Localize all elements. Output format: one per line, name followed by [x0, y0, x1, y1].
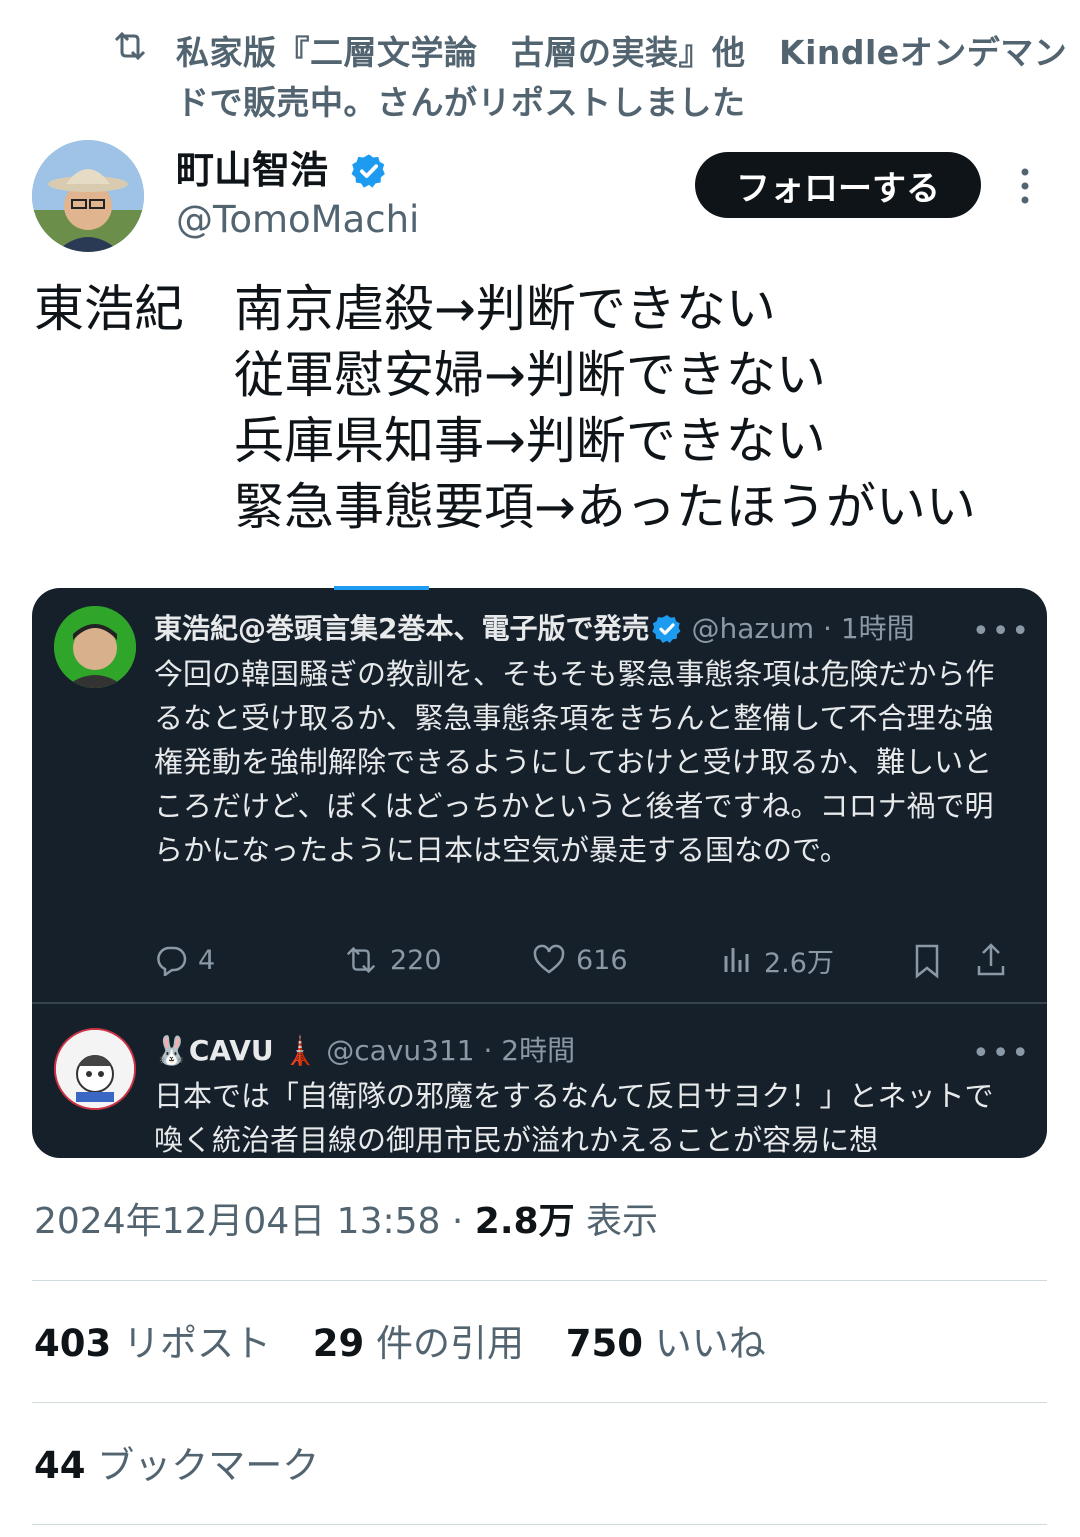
divider [32, 1402, 1047, 1403]
divider [32, 1524, 1047, 1525]
follow-button[interactable]: フォローする [695, 152, 981, 218]
quoted-action-bar: 4 220 616 2.6万 [154, 938, 1034, 982]
reply-author-name[interactable]: CAVU [189, 1034, 274, 1067]
verified-badge-icon [351, 154, 385, 188]
post-text-lines: 南京虐殺→判断できない 従軍慰安婦→判断できない 兵庫県知事→判断できない 緊急… [234, 276, 976, 540]
more-options-icon[interactable] [1010, 166, 1040, 206]
reply-divider [32, 1002, 1047, 1004]
repost-action[interactable]: 220 [342, 938, 442, 982]
reply-icon [157, 946, 187, 976]
repost-icon [346, 946, 376, 974]
reply-text: 日本では「自衛隊の邪魔をするなんて反日サヨク！」とネットで喚く統治者目線の御用市… [154, 1079, 994, 1157]
quoted-time[interactable]: 1時間 [841, 612, 915, 645]
reposts-stat-label: リポスト [123, 1322, 271, 1365]
quoted-avatar [54, 606, 136, 688]
embed-scroll-indicator [334, 586, 429, 590]
post-line: 南京虐殺→判断できない [234, 280, 776, 338]
like-action[interactable]: 616 [532, 938, 628, 982]
views-count: 2.6万 [764, 947, 834, 979]
quoted-more-icon[interactable]: ••• [972, 614, 1031, 649]
verified-badge-icon [652, 615, 681, 643]
post-text-label: 東浩紀 [34, 280, 184, 338]
reply-header: 🐰CAVU 🗼 @cavu311 · 2時間 [154, 1030, 575, 1072]
quoted-handle[interactable]: @hazum [691, 612, 814, 645]
views-label: 表示 [586, 1201, 659, 1242]
author-avatar[interactable] [32, 140, 144, 252]
repost-count: 220 [390, 944, 442, 976]
quotes-stat-count: 29 [312, 1322, 365, 1365]
reposts-stat[interactable]: 403 リポスト [34, 1322, 271, 1365]
post-line: 緊急事態要項→あったほうがいい [234, 478, 976, 536]
engagement-stats: 403 リポスト 29 件の引用 750 いいね [34, 1318, 766, 1370]
reply-dot: · [474, 1034, 502, 1067]
meta-separator: · [451, 1201, 464, 1242]
reply-action[interactable]: 4 [154, 938, 215, 982]
likes-stat-label: いいね [654, 1322, 766, 1365]
quoted-text: 今回の韓国騒ぎの教訓を、そもそも緊急事態条項は危険だから作るなと受け取るか、緊急… [154, 657, 995, 867]
reply-time[interactable]: 2時間 [501, 1034, 575, 1067]
reply-handle[interactable]: @cavu311 [326, 1034, 474, 1067]
author-handle[interactable]: @TomoMachi [176, 196, 419, 244]
views-icon [724, 948, 749, 972]
views-action[interactable]: 2.6万 [722, 938, 834, 982]
divider [32, 1280, 1047, 1281]
bookmark-icon[interactable] [912, 938, 942, 982]
tower-icon: 🗼 [273, 1034, 327, 1067]
quoted-author-name[interactable]: 東浩紀@巻頭言集2巻本、電子版で発売 [154, 608, 649, 650]
reply-avatar [54, 1028, 136, 1110]
like-count: 616 [576, 944, 628, 976]
rabbit-icon: 🐰 [154, 1034, 189, 1067]
post-line: 兵庫県知事→判断できない [234, 412, 826, 470]
bookmarks-stat-count: 44 [34, 1444, 86, 1487]
quotes-stat-label: 件の引用 [376, 1322, 525, 1365]
post-line: 従軍慰安婦→判断できない [234, 346, 826, 404]
post-meta: 2024年12月04日 13:58 · 2.8万 表示 [34, 1196, 658, 1248]
quoted-dot: · [814, 612, 841, 645]
share-icon[interactable] [974, 938, 1008, 982]
likes-stat-count: 750 [565, 1322, 644, 1365]
embedded-screenshot[interactable]: 東浩紀@巻頭言集2巻本、電子版で発売 @hazum · 1時間 ••• 今回の韓国… [32, 588, 1047, 1158]
views-total-count: 2.8万 [474, 1201, 575, 1242]
heart-icon [533, 944, 565, 974]
reposts-stat-count: 403 [34, 1322, 112, 1365]
bookmarks-stat-label: ブックマーク [97, 1444, 320, 1487]
post-timestamp[interactable]: 2024年12月04日 13:58 [34, 1201, 440, 1242]
quotes-stat[interactable]: 29 件の引用 [313, 1322, 524, 1365]
quoted-header: 東浩紀@巻頭言集2巻本、電子版で発売 @hazum · 1時間 [154, 608, 1034, 650]
bookmarks-stat[interactable]: 44 ブックマーク [34, 1440, 319, 1492]
reply-more-icon[interactable]: ••• [972, 1036, 1031, 1071]
repost-icon [114, 31, 146, 61]
author-name[interactable]: 町山智浩 [176, 142, 328, 198]
reply-count: 4 [198, 944, 216, 976]
likes-stat[interactable]: 750 いいね [566, 1322, 766, 1365]
repost-header-text[interactable]: 私家版『二層文学論 古層の実装』他 Kindleオンデマンドで販売中。さんがリポ… [176, 28, 1076, 128]
